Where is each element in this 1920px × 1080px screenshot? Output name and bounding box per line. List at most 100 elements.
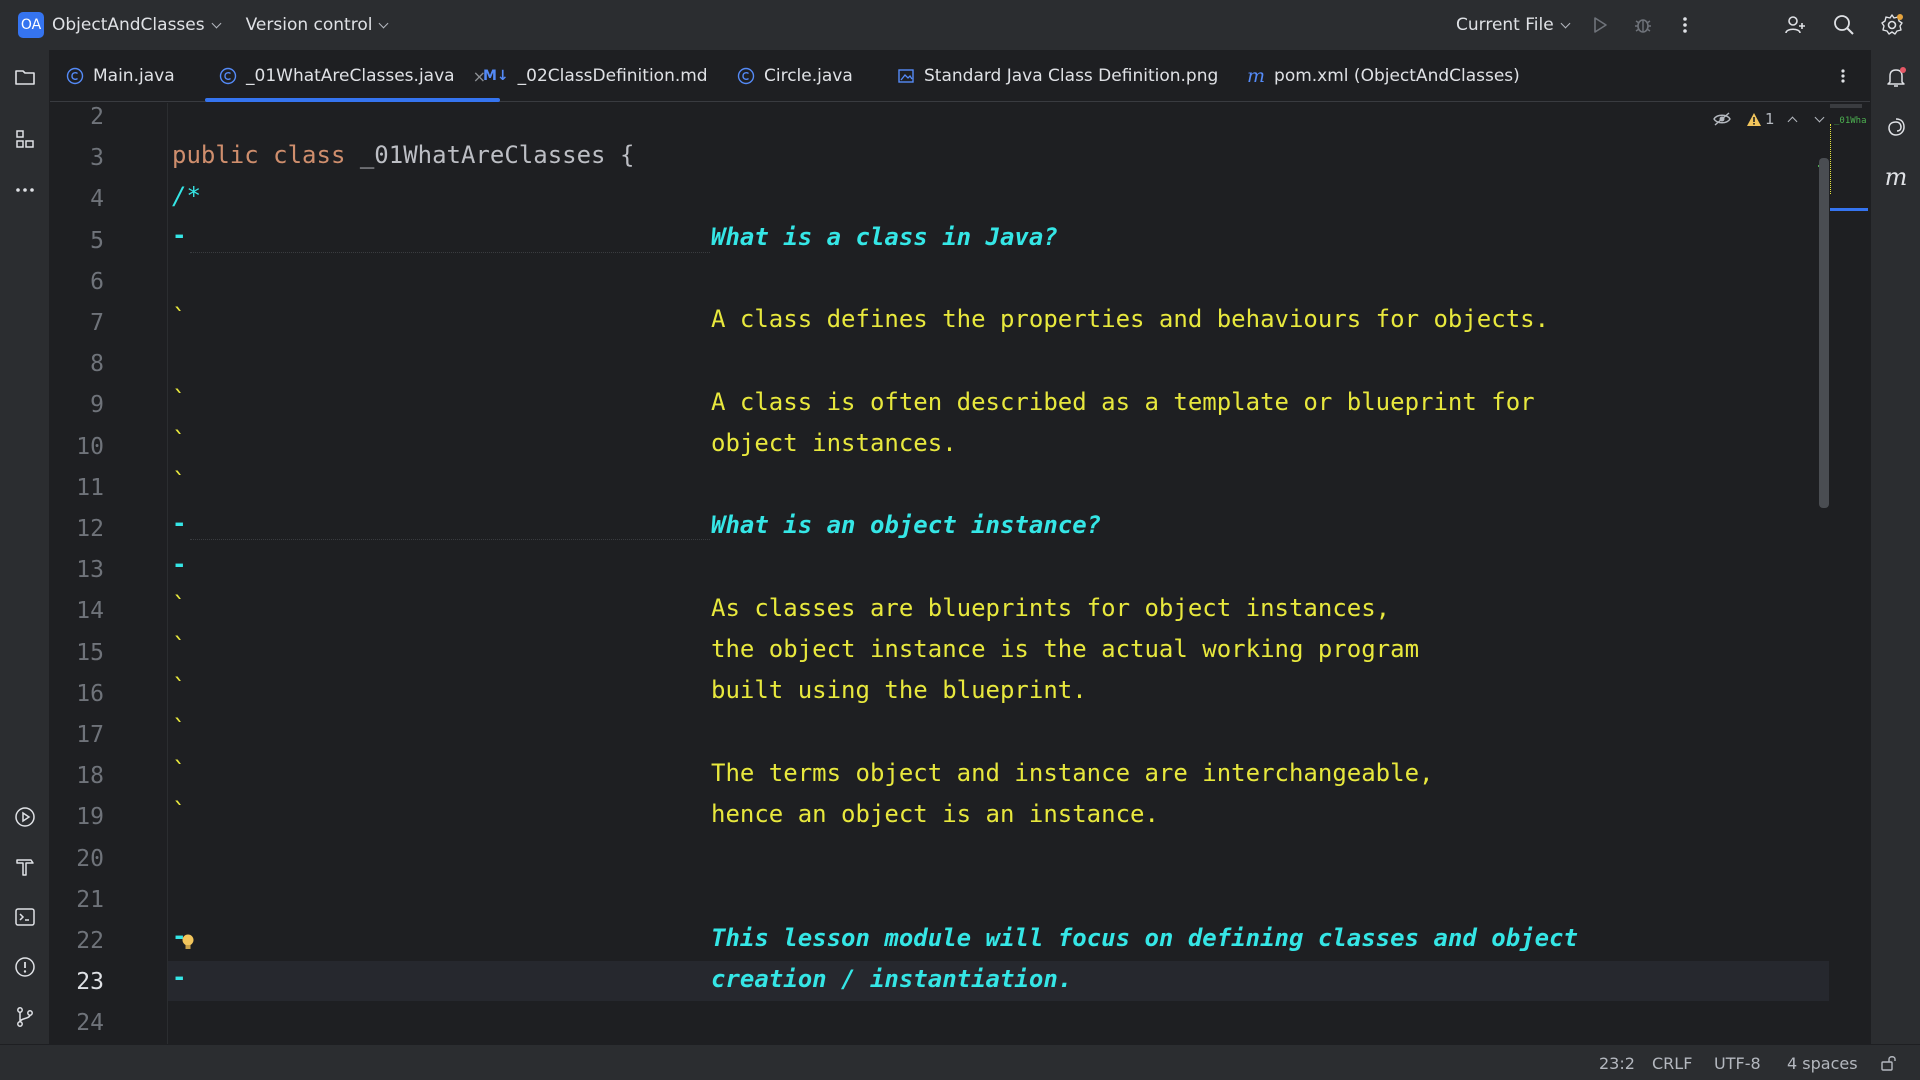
line-number[interactable]: 21 [66,887,104,913]
markdown-icon: M↓ [483,68,509,84]
comment-text: the object instance is the actual workin… [711,635,1420,663]
more-actions-button[interactable] [1676,0,1694,50]
line-number[interactable]: 8 [66,351,104,377]
indent-setting[interactable]: 4 spaces [1787,1045,1858,1080]
file-encoding[interactable]: UTF-8 [1714,1045,1761,1080]
settings-icon [1881,14,1903,35]
comment-tick-marker: ` [172,633,187,661]
notifications-button[interactable] [1883,64,1909,90]
debug-button[interactable] [1632,0,1654,50]
project-selector[interactable]: ObjectAndClasses [52,15,222,35]
structure-icon [16,130,34,148]
run-icon [1594,17,1607,33]
structure-tool-button[interactable] [12,127,38,153]
version-control-menu[interactable]: Version control [246,15,389,35]
maven-tool-button[interactable]: m [1883,163,1909,191]
warning-icon [1747,112,1761,126]
more-vertical-icon [1683,17,1687,33]
line-number[interactable]: 12 [66,516,104,542]
line-ending[interactable]: CRLF [1652,1045,1692,1080]
caret-position[interactable]: 23:2 [1599,1045,1635,1080]
line-number[interactable]: 3 [66,145,104,171]
comment-text: A class is often described as a template… [711,388,1535,416]
comment-heading: This lesson module will focus on definin… [711,924,1578,952]
java-class-icon [219,67,237,85]
ai-spiral-icon [1888,118,1905,136]
run-tool-icon [15,807,35,827]
line-number[interactable]: 18 [66,763,104,789]
inspection-widget[interactable]: 1 [1712,108,1824,130]
comment-text: A class defines the properties and behav… [711,305,1550,333]
line-number[interactable]: 22 [66,928,104,954]
ai-assistant-button[interactable] [1883,114,1909,140]
line-number[interactable]: 7 [66,310,104,336]
dotted-guide [190,252,710,253]
run-config-selector[interactable]: Current File [1456,15,1571,35]
tab-options-button[interactable] [1836,50,1850,102]
chevron-down-icon[interactable] [1814,112,1824,122]
line-number[interactable]: 19 [66,804,104,830]
folder-icon [15,70,35,85]
comment-tick-marker: ` [172,468,187,496]
problems-icon [15,957,35,977]
line-number[interactable]: 9 [66,392,104,418]
search-icon [1834,15,1854,35]
left-tool-strip [0,50,50,1044]
tab-main-java[interactable]: Main.java [66,50,175,102]
line-number[interactable]: 6 [66,269,104,295]
line-number[interactable]: 4 [66,186,104,212]
tab-circle-java[interactable]: Circle.java [737,50,853,102]
tab-standard-java-class-definition-png[interactable]: Standard Java Class Definition.png [897,50,1218,102]
build-tool-button[interactable] [12,854,38,880]
comment-tick-marker: ` [172,674,187,702]
git-tool-button[interactable] [12,1004,38,1030]
project-name: ObjectAndClasses [52,15,205,35]
more-tools-button[interactable] [12,177,38,203]
terminal-icon [15,908,35,926]
tab-label: pom.xml (ObjectAndClasses) [1274,66,1520,86]
tab-01whatareclasses-java[interactable]: _01WhatAreClasses.java × [205,50,500,102]
line-number[interactable]: 16 [66,681,104,707]
comment-text: built using the blueprint. [711,676,1087,704]
lightbulb-icon[interactable] [180,933,196,957]
tab-label: Main.java [93,66,175,86]
debug-icon [1635,19,1651,33]
vertical-scrollbar[interactable] [1819,158,1829,508]
line-number[interactable]: 14 [66,598,104,624]
line-number[interactable]: 23 [66,969,104,995]
tab-label: _02ClassDefinition.md [517,66,708,86]
line-number[interactable]: 13 [66,557,104,583]
run-config-label: Current File [1456,15,1554,35]
line-number[interactable]: 2 [66,104,104,130]
line-number[interactable]: 20 [66,846,104,872]
settings-button[interactable] [1880,0,1904,50]
project-tool-button[interactable] [12,64,38,90]
line-number[interactable]: 17 [66,722,104,748]
minimap-label: _01Wha [1834,116,1867,126]
search-button[interactable] [1832,0,1856,50]
problems-tool-button[interactable] [12,954,38,980]
chevron-up-icon[interactable] [1787,116,1797,126]
more-vertical-icon [1841,69,1845,83]
comment-open: /* [172,182,201,210]
terminal-tool-button[interactable] [12,904,38,930]
tab-pom-xml[interactable]: m pom.xml (ObjectAndClasses) [1247,50,1520,102]
line-number[interactable]: 5 [66,228,104,254]
comment-dash-marker: - [172,221,187,249]
line-number[interactable]: 10 [66,434,104,460]
run-button[interactable] [1590,0,1610,50]
reader-mode-icon[interactable] [1712,111,1732,127]
right-tool-strip: m [1870,50,1920,1044]
bell-icon [1887,67,1906,87]
line-number[interactable]: 11 [66,475,104,501]
run-tool-button[interactable] [12,804,38,830]
tab-02classdefinition-md[interactable]: M↓ _02ClassDefinition.md [483,50,708,102]
project-badge[interactable]: OA [18,12,44,38]
comment-dash-marker: - [172,509,187,537]
line-number[interactable]: 24 [66,1010,104,1036]
code-with-me-button[interactable] [1783,0,1807,50]
minimap[interactable]: _01Wha [1818,104,1870,1044]
comment-text: hence an object is an instance. [711,800,1159,828]
lock-button[interactable] [1880,1045,1898,1080]
line-number[interactable]: 15 [66,640,104,666]
